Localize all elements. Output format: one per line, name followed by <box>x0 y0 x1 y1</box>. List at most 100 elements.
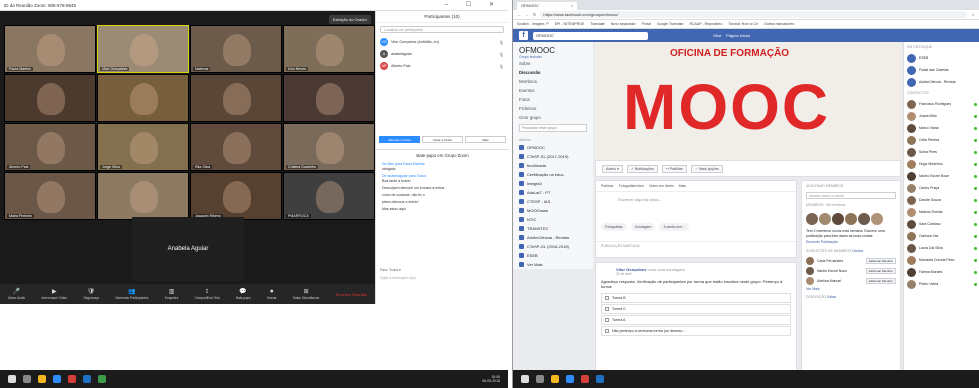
shortcut-item[interactable]: Ver Mais <box>513 260 593 269</box>
contact-row[interactable]: Francisco Rodrigues <box>904 98 979 110</box>
back-icon[interactable]: ← <box>517 12 521 17</box>
shortcut-item[interactable]: CTeSP-SL (2017-2019) <box>513 152 593 161</box>
avatar[interactable] <box>819 213 831 225</box>
bookmark-item[interactable]: RCAAP - Repositório <box>689 22 722 26</box>
avatar[interactable] <box>806 256 814 265</box>
chat-input[interactable]: Digite a mensagem aqui... <box>380 276 418 280</box>
active-speaker-tile[interactable]: Anabela Aguiar <box>132 217 244 281</box>
toolbar-gerenciar-participantes-button[interactable]: 👥 Gerenciar Participantes <box>115 289 148 300</box>
video-tile[interactable] <box>190 74 282 122</box>
contact-row[interactable]: Clarissa Vaz <box>904 230 979 242</box>
url-input[interactable]: https://www.facebook.com/groups/ofmooc/ <box>540 11 968 18</box>
video-tile[interactable]: Ivón Neves <box>283 25 375 73</box>
reload-icon[interactable]: ↻ <box>533 12 536 17</box>
poll-option[interactable]: Turma A <box>601 315 791 325</box>
video-tile[interactable]: Jorge Silva <box>97 123 189 171</box>
shortcut-item[interactable]: OFMOOC <box>513 143 593 152</box>
mic-icon[interactable]: 🎙 <box>499 40 504 45</box>
zoom-app-icon[interactable] <box>53 375 61 383</box>
word-icon[interactable] <box>596 375 604 383</box>
participant-row[interactable]: AP Alberto Pais 🎙 <box>376 60 508 72</box>
avatar[interactable] <box>832 213 844 225</box>
chrome-icon[interactable] <box>68 375 76 383</box>
member-name[interactable]: Adelina Manuel <box>817 279 841 283</box>
excel-icon[interactable] <box>98 375 106 383</box>
video-tile[interactable]: Paula Martins <box>4 25 96 73</box>
participant-row[interactable]: Aanabelaguiar 🎙 <box>376 48 508 60</box>
edit-link[interactable]: Editar <box>827 295 836 299</box>
contact-row[interactable]: Davide Souza <box>904 194 979 206</box>
tab-live-video[interactable]: Vídeo em direto <box>649 184 674 188</box>
notifications-button[interactable]: ✓ Notificações <box>626 164 658 173</box>
contact-row[interactable]: Fatima Moraes <box>904 266 979 278</box>
poll-button[interactable]: Sondagem <box>630 223 656 231</box>
windows-start-icon[interactable] <box>521 375 529 383</box>
window-controls[interactable]: ‒ ☐ ✕ <box>445 1 502 8</box>
shortcut-item[interactable]: TRANSTEC <box>513 224 593 233</box>
toolbar-gravar-button[interactable]: ⏺ Gravar <box>267 289 277 300</box>
member-name[interactable]: Nacho Escrei Nous <box>817 269 847 273</box>
group-nav-discussão[interactable]: Discussão <box>513 68 593 77</box>
avatar[interactable] <box>806 213 818 225</box>
toolbar-ativar-udio-button[interactable]: 🎤 Ativar Áudio <box>8 289 25 300</box>
shortcut-item[interactable]: NTIC <box>513 215 593 224</box>
avatar[interactable] <box>871 213 883 225</box>
video-tile[interactable]: Natércia <box>190 25 282 73</box>
add-member-button[interactable]: Adicionar Membro <box>865 277 896 284</box>
contact-row[interactable]: Sónia Pires <box>904 146 979 158</box>
member-name[interactable]: Carla Fernandes <box>817 259 843 263</box>
video-tile[interactable] <box>97 172 189 220</box>
participant-row[interactable]: VG Vitor Gonçalves (Anfitrião, eu) 🎙 <box>376 36 508 48</box>
mute-all-button[interactable]: Silenciar a Todos <box>379 136 420 143</box>
home-link[interactable]: Página inicial <box>726 33 750 38</box>
contact-row[interactable]: Mateus Romão <box>904 206 979 218</box>
group-nav-fotos[interactable]: Fotos <box>513 95 593 104</box>
contact-row[interactable]: Carlos Praça <box>904 182 979 194</box>
tab-more[interactable]: Mais <box>679 184 686 188</box>
composer-input[interactable]: Escrever alguma coisa... <box>596 192 796 207</box>
shortcut-item[interactable]: tecAlmada <box>513 161 593 170</box>
toolbar-bate-papo-button[interactable]: 💬 Bate-papo <box>236 289 251 300</box>
search-icon[interactable] <box>23 375 31 383</box>
shortcut-item[interactable]: AdobeCiência - Revista <box>513 233 593 242</box>
toolbar-enquetes-button[interactable]: ▥ Enquetes <box>165 289 178 300</box>
shortcut-item[interactable]: Certificação na educ. <box>513 170 593 179</box>
bookmark-item[interactable]: Novo separador <box>611 22 636 26</box>
hide-link[interactable]: Ocultar <box>852 249 863 253</box>
profile-link[interactable]: Vitor <box>713 33 721 38</box>
shortcut-item[interactable]: MOOCbase <box>513 206 593 215</box>
mic-icon[interactable]: 🎙 <box>499 52 504 57</box>
contact-row[interactable]: Michaela Correia Pinto <box>904 254 979 266</box>
video-tile[interactable]: Alberto Pais <box>4 123 96 171</box>
video-tile[interactable]: Cristina Guarinho <box>283 123 375 171</box>
poll-option[interactable]: Não pertenço a nenhuma turma (ou demoro.… <box>601 326 791 336</box>
file-explorer-icon[interactable] <box>38 375 46 383</box>
bookmark-item[interactable]: Tutorial: How to Cri <box>728 22 758 26</box>
featured-item[interactable]: AdobeCiência - Revista <box>904 76 979 88</box>
video-tile[interactable] <box>283 74 375 122</box>
toolbar-seguran-a-button[interactable]: 🛡 Segurança <box>83 289 98 300</box>
bookmark-item[interactable]: Scratch - Imagine, P <box>517 22 549 26</box>
toolbar-interromper-v-deo-button[interactable]: ▶ Interromper Vídeo <box>41 289 67 300</box>
chat-recipient-select[interactable]: Para: Todos ▾ <box>380 268 505 272</box>
group-nav-gerir grupo[interactable]: Gerir grupo <box>513 113 593 122</box>
members-count[interactable]: 65 membros <box>827 203 846 207</box>
contact-row[interactable]: Pedro Vieira <box>904 278 979 290</box>
zoom-app-icon[interactable] <box>566 375 574 383</box>
share-button[interactable]: ↪ Partilhar <box>661 164 687 173</box>
poll-option[interactable]: Turma B <box>601 293 791 303</box>
close-tab-icon[interactable]: × <box>571 3 573 8</box>
contact-row[interactable]: Sara Cardoso <box>904 218 979 230</box>
tab-ofmooc[interactable]: OFMOOC × <box>517 2 577 10</box>
joined-button[interactable]: Aderiu ▾ <box>602 164 623 173</box>
featured-item[interactable]: Portal das Cadeias <box>904 64 979 76</box>
group-nav-eventos[interactable]: Eventos <box>513 86 593 95</box>
bookmark-item[interactable]: Translate <box>590 22 604 26</box>
video-tile[interactable]: Joaquim Ribeiro <box>190 172 282 220</box>
add-member-button[interactable]: Adicionar Membro <box>865 267 896 274</box>
group-search-input[interactable]: Pesquisar neste grupo <box>519 124 587 132</box>
shortcut-item[interactable]: Integra3 <box>513 179 593 188</box>
photos-button[interactable]: Fotografias <box>601 223 627 231</box>
star-icon[interactable]: ☆ <box>971 12 975 17</box>
unmute-all-button[interactable]: Ativar a Todos <box>422 136 463 143</box>
